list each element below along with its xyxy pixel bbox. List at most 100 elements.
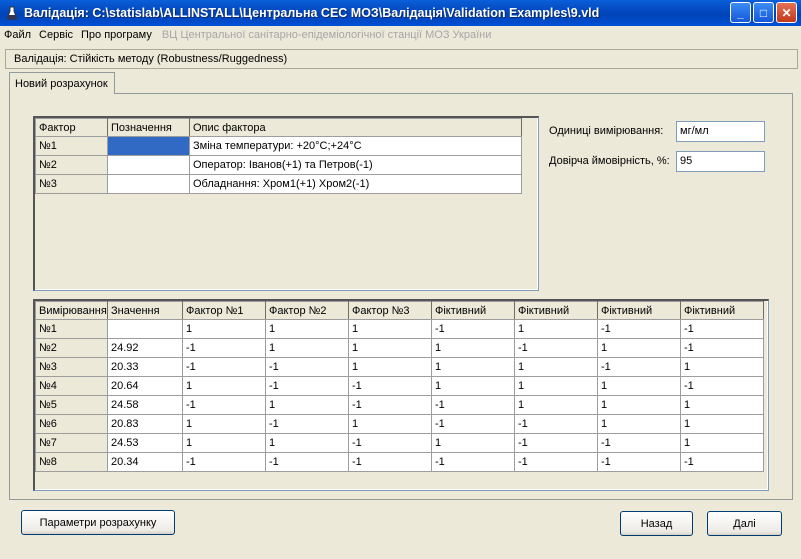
factor-level-cell[interactable]: 1 (348, 319, 432, 339)
header-dummy-2[interactable]: Фіктивний (514, 301, 598, 320)
factor-level-cell[interactable]: -1 (514, 338, 598, 358)
menu-file[interactable]: Файл (0, 29, 35, 41)
factor-level-cell[interactable]: 1 (680, 414, 764, 434)
confidence-input[interactable]: 95 (676, 151, 765, 172)
header-description[interactable]: Опис фактора (189, 118, 522, 137)
factor-level-cell[interactable]: -1 (348, 452, 432, 472)
factor-level-cell[interactable]: -1 (680, 376, 764, 396)
measurement-value-cell[interactable]: 20.33 (107, 357, 183, 377)
factor-level-cell[interactable]: -1 (680, 338, 764, 358)
factor-level-cell[interactable]: 1 (431, 433, 515, 453)
factor-level-cell[interactable]: -1 (265, 452, 349, 472)
header-designation[interactable]: Позначення (107, 118, 190, 137)
header-factor-1[interactable]: Фактор №1 (182, 301, 266, 320)
factor-description-cell[interactable]: Оператор: Іванов(+1) та Петров(-1) (189, 155, 522, 175)
next-button[interactable]: Далі (707, 511, 782, 536)
factor-level-cell[interactable]: 1 (182, 433, 266, 453)
factor-level-cell[interactable]: -1 (597, 357, 681, 377)
menu-about[interactable]: Про програму (77, 29, 156, 41)
measurement-value-cell[interactable]: 24.92 (107, 338, 183, 358)
factor-level-cell[interactable]: -1 (514, 433, 598, 453)
factor-level-cell[interactable]: 1 (182, 319, 266, 339)
factor-level-cell[interactable]: -1 (680, 452, 764, 472)
factor-description-cell[interactable]: Зміна температури: +20°С;+24°С (189, 136, 522, 156)
factor-level-cell[interactable]: 1 (348, 414, 432, 434)
factor-description-cell[interactable]: Обладнання: Хром1(+1) Хром2(-1) (189, 174, 522, 194)
factor-level-cell[interactable]: -1 (597, 433, 681, 453)
measurement-row: №4 20.64 1 -1 -1 1 1 1 -1 (35, 376, 764, 396)
factors-grid[interactable]: Фактор Позначення Опис фактора №1 Зміна … (33, 116, 539, 291)
factor-level-cell[interactable]: -1 (514, 452, 598, 472)
header-value[interactable]: Значення (107, 301, 183, 320)
factor-level-cell[interactable]: 1 (680, 395, 764, 415)
units-input[interactable]: мг/мл (676, 121, 765, 142)
measurement-row: №8 20.34 -1 -1 -1 -1 -1 -1 -1 (35, 452, 764, 472)
factor-level-cell[interactable]: -1 (348, 433, 432, 453)
minimize-button[interactable]: _ (730, 2, 751, 23)
factor-level-cell[interactable]: 1 (182, 414, 266, 434)
factor-level-cell[interactable]: 1 (597, 338, 681, 358)
measurement-value-cell[interactable]: 20.64 (107, 376, 183, 396)
factor-level-cell[interactable]: 1 (431, 338, 515, 358)
factor-level-cell[interactable]: 1 (348, 357, 432, 377)
measurement-value-cell[interactable]: 24.53 (107, 433, 183, 453)
factor-level-cell[interactable]: -1 (514, 414, 598, 434)
header-dummy-4[interactable]: Фіктивний (680, 301, 764, 320)
factor-level-cell[interactable]: 1 (431, 357, 515, 377)
factor-level-cell[interactable]: 1 (265, 433, 349, 453)
factor-level-cell[interactable]: 1 (514, 319, 598, 339)
measurements-grid[interactable]: Вимірювання Значення Фактор №1 Фактор №2… (33, 299, 769, 491)
factor-level-cell[interactable]: -1 (265, 376, 349, 396)
factor-level-cell[interactable]: 1 (431, 376, 515, 396)
menu-service[interactable]: Сервіс (35, 29, 77, 41)
back-button[interactable]: Назад (620, 511, 693, 536)
factor-level-cell[interactable]: 1 (514, 395, 598, 415)
measurement-value-cell[interactable]: 24.58 (107, 395, 183, 415)
factor-level-cell[interactable]: -1 (431, 414, 515, 434)
factor-level-cell[interactable]: 1 (597, 395, 681, 415)
factor-level-cell[interactable]: 1 (348, 338, 432, 358)
factor-level-cell[interactable]: 1 (514, 376, 598, 396)
factor-level-cell[interactable]: -1 (431, 395, 515, 415)
factor-level-cell[interactable]: 1 (265, 338, 349, 358)
measurement-value-cell[interactable]: 20.83 (107, 414, 183, 434)
factor-level-cell[interactable]: 1 (597, 414, 681, 434)
factor-designation-cell[interactable] (107, 136, 190, 156)
factor-designation-cell[interactable] (107, 174, 190, 194)
factor-level-cell[interactable]: 1 (680, 357, 764, 377)
factor-level-cell[interactable]: -1 (431, 452, 515, 472)
factor-level-cell[interactable]: -1 (182, 452, 266, 472)
factor-level-cell[interactable]: -1 (348, 376, 432, 396)
factor-level-cell[interactable]: -1 (265, 414, 349, 434)
factor-level-cell[interactable]: 1 (680, 433, 764, 453)
header-dummy-3[interactable]: Фіктивний (597, 301, 681, 320)
factor-designation-cell[interactable] (107, 155, 190, 175)
calculation-params-button[interactable]: Параметри розрахунку (21, 510, 175, 535)
factor-level-cell[interactable]: 1 (265, 319, 349, 339)
measurement-id-cell: №6 (35, 414, 108, 434)
factor-level-cell[interactable]: -1 (348, 395, 432, 415)
close-button[interactable]: ✕ (776, 2, 797, 23)
factor-level-cell[interactable]: -1 (597, 452, 681, 472)
factor-level-cell[interactable]: -1 (182, 338, 266, 358)
factor-level-cell[interactable]: -1 (680, 319, 764, 339)
factor-level-cell[interactable]: -1 (431, 319, 515, 339)
header-factor-2[interactable]: Фактор №2 (265, 301, 349, 320)
factor-level-cell[interactable]: 1 (265, 395, 349, 415)
tab-new-calculation[interactable]: Новий розрахунок (9, 72, 115, 94)
measurement-value-cell[interactable]: 25.01 (107, 319, 183, 339)
factor-level-cell[interactable]: -1 (265, 357, 349, 377)
factor-level-cell[interactable]: -1 (182, 395, 266, 415)
factor-level-cell[interactable]: 1 (182, 376, 266, 396)
measurement-value-cell[interactable]: 20.34 (107, 452, 183, 472)
header-factor-3[interactable]: Фактор №3 (348, 301, 432, 320)
factor-level-cell[interactable]: -1 (597, 319, 681, 339)
maximize-button[interactable]: □ (753, 2, 774, 23)
header-factor[interactable]: Фактор (35, 118, 108, 137)
measurements-table: Вимірювання Значення Фактор №1 Фактор №2… (35, 301, 764, 472)
header-dummy-1[interactable]: Фіктивний (431, 301, 515, 320)
factor-level-cell[interactable]: 1 (597, 376, 681, 396)
factor-level-cell[interactable]: 1 (514, 357, 598, 377)
header-measurement[interactable]: Вимірювання (35, 301, 108, 320)
factor-level-cell[interactable]: -1 (182, 357, 266, 377)
